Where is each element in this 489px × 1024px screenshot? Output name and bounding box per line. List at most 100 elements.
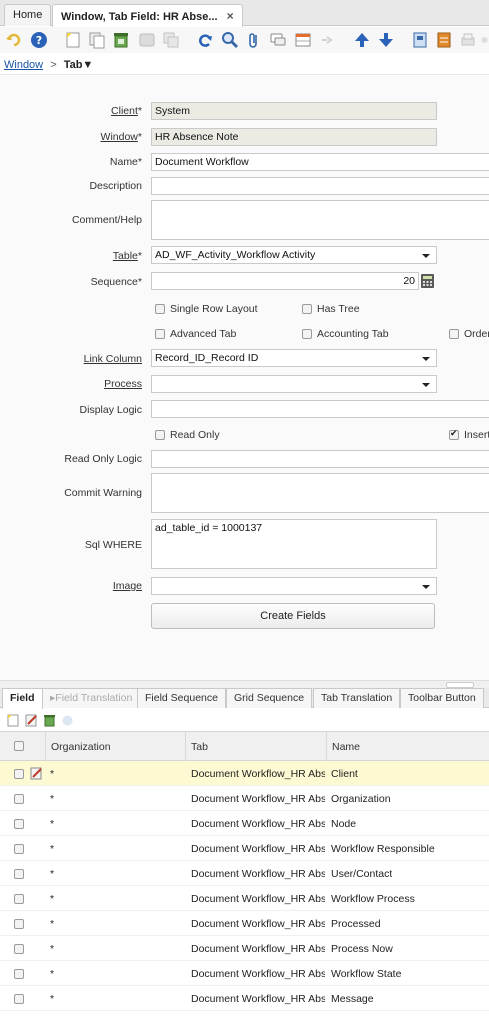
- cell-organization: *: [50, 793, 55, 805]
- detail-icon: [318, 30, 338, 50]
- table-label[interactable]: Table*: [113, 250, 142, 262]
- tab-home[interactable]: Home: [4, 4, 52, 26]
- table-row[interactable]: * Document Workflow_HR Absen Node: [0, 811, 489, 836]
- read-only-checkbox[interactable]: Read Only: [155, 429, 220, 441]
- single-row-layout-checkbox[interactable]: Single Row Layout: [155, 303, 258, 315]
- breadcrumb-window-link[interactable]: Window: [4, 59, 43, 71]
- tab-toolbar-button[interactable]: Toolbar Button: [400, 688, 484, 708]
- attachment-icon[interactable]: [244, 30, 264, 50]
- cell-name: Processed: [331, 918, 381, 930]
- insert-checkbox[interactable]: Insert: [449, 428, 489, 441]
- cell-name: Node: [331, 818, 357, 830]
- breadcrumb-tab-dropdown[interactable]: Tab▼: [64, 59, 94, 71]
- help-icon[interactable]: ?: [29, 30, 49, 50]
- close-icon[interactable]: ×: [227, 9, 234, 23]
- refresh-icon[interactable]: [195, 30, 215, 50]
- table-row[interactable]: * Document Workflow_HR Absen Workflow Proc…: [0, 886, 489, 911]
- new-record-icon[interactable]: [7, 714, 20, 730]
- delete-icon[interactable]: [43, 714, 56, 730]
- undo-icon[interactable]: [4, 30, 24, 50]
- order-tab-checkbox[interactable]: Order: [449, 328, 489, 340]
- link-column-select[interactable]: Record_ID_Record ID: [151, 349, 437, 367]
- table-row[interactable]: * Document Workflow_HR Absen Message: [0, 986, 489, 1011]
- sql-where-field[interactable]: ad_table_id = 1000137: [151, 519, 437, 569]
- table-row[interactable]: * Document Workflow_HR Absen Process Now: [0, 936, 489, 961]
- edit-record-icon[interactable]: [25, 714, 38, 730]
- next-record-icon[interactable]: [376, 30, 396, 50]
- process-select[interactable]: [151, 375, 437, 393]
- cell-name: Client: [331, 768, 358, 780]
- accounting-tab-checkbox[interactable]: Accounting Tab: [302, 328, 389, 340]
- name-field[interactable]: Document Workflow: [151, 153, 489, 171]
- read-only-logic-field[interactable]: [151, 450, 489, 468]
- find-icon[interactable]: [220, 30, 240, 50]
- commit-warning-field[interactable]: [151, 473, 489, 513]
- delete-icon[interactable]: [111, 30, 131, 50]
- tab-window-tab-field[interactable]: Window, Tab Field: HR Abse... ×: [52, 4, 243, 27]
- report-icon[interactable]: [410, 30, 430, 50]
- calculator-icon[interactable]: [421, 274, 434, 288]
- table-select[interactable]: AD_WF_Activity_Workflow Activity: [151, 246, 437, 264]
- row-select-checkbox[interactable]: [14, 944, 24, 954]
- tab-field-translation: ▸Field Translation: [42, 688, 141, 708]
- comment-help-field[interactable]: [151, 200, 489, 240]
- link-column-label[interactable]: Link Column: [84, 353, 142, 365]
- row-select-checkbox[interactable]: [14, 869, 24, 879]
- row-select-checkbox[interactable]: [14, 919, 24, 929]
- row-select-checkbox[interactable]: [14, 994, 24, 1004]
- checkbox-box: [155, 329, 165, 339]
- image-select[interactable]: [151, 577, 437, 595]
- comment-help-label: Comment/Help: [71, 214, 142, 226]
- description-field[interactable]: [151, 177, 489, 195]
- tab-field-sequence[interactable]: Field Sequence: [137, 688, 226, 708]
- previous-record-icon[interactable]: [352, 30, 372, 50]
- image-label[interactable]: Image: [113, 580, 142, 592]
- column-header-tab[interactable]: Tab: [185, 732, 326, 761]
- client-label[interactable]: Client*: [111, 105, 142, 117]
- sequence-field[interactable]: 20: [151, 272, 419, 290]
- field-grid: Organization Tab Name * Document Workflow…: [0, 731, 489, 1024]
- table-row[interactable]: * Document Workflow_HR Absen Workflow Resp…: [0, 836, 489, 861]
- row-select-checkbox[interactable]: [14, 969, 24, 979]
- edit-row-icon[interactable]: [30, 767, 43, 783]
- table-row[interactable]: * Document Workflow_HR Absen Workflow Stat…: [0, 961, 489, 986]
- grid-toggle-icon[interactable]: [293, 30, 313, 50]
- display-logic-field[interactable]: [151, 400, 489, 418]
- select-all-checkbox[interactable]: [14, 741, 24, 751]
- archive-icon[interactable]: [434, 30, 454, 50]
- new-record-icon[interactable]: [63, 30, 83, 50]
- tab-grid-sequence[interactable]: Grid Sequence: [226, 688, 313, 708]
- advanced-tab-checkbox[interactable]: Advanced Tab: [155, 328, 236, 340]
- panel-splitter[interactable]: [0, 680, 489, 688]
- cell-organization: *: [50, 993, 55, 1005]
- column-header-name[interactable]: Name: [326, 732, 489, 761]
- row-select-checkbox[interactable]: [14, 894, 24, 904]
- chat-icon[interactable]: [268, 30, 288, 50]
- detail-tab-bar: Field ▸Field Translation Field Sequence …: [0, 688, 489, 709]
- copy-record-icon[interactable]: [87, 30, 107, 50]
- checkbox-box: [155, 430, 165, 440]
- cell-name: Process Now: [331, 943, 393, 955]
- read-only-logic-label: Read Only Logic: [64, 453, 142, 465]
- has-tree-checkbox[interactable]: Has Tree: [302, 303, 360, 315]
- checkbox-box-checked: [449, 428, 459, 440]
- name-label: Name*: [109, 156, 142, 168]
- row-select-checkbox[interactable]: [14, 844, 24, 854]
- table-row[interactable]: * Document Workflow_HR Absen Processed: [0, 911, 489, 936]
- window-label[interactable]: Window*: [101, 131, 142, 143]
- tab-tab-translation[interactable]: Tab Translation: [313, 688, 401, 708]
- process-label[interactable]: Process: [104, 378, 142, 390]
- cell-organization: *: [50, 893, 55, 905]
- create-fields-button[interactable]: Create Fields: [151, 603, 435, 629]
- more-icon[interactable]: [480, 30, 489, 50]
- table-row[interactable]: * Document Workflow_HR Absen User/Contact: [0, 861, 489, 886]
- table-row[interactable]: * Document Workflow_HR Absen Organization: [0, 786, 489, 811]
- commit-warning-label: Commit Warning: [64, 487, 142, 499]
- tab-field[interactable]: Field: [2, 688, 43, 709]
- cell-organization: *: [50, 768, 55, 780]
- row-select-checkbox[interactable]: [14, 794, 24, 804]
- column-header-organization[interactable]: Organization: [45, 732, 185, 761]
- row-select-checkbox[interactable]: [14, 819, 24, 829]
- table-row[interactable]: * Document Workflow_HR Absen Client: [0, 761, 489, 786]
- row-select-checkbox[interactable]: [14, 769, 24, 779]
